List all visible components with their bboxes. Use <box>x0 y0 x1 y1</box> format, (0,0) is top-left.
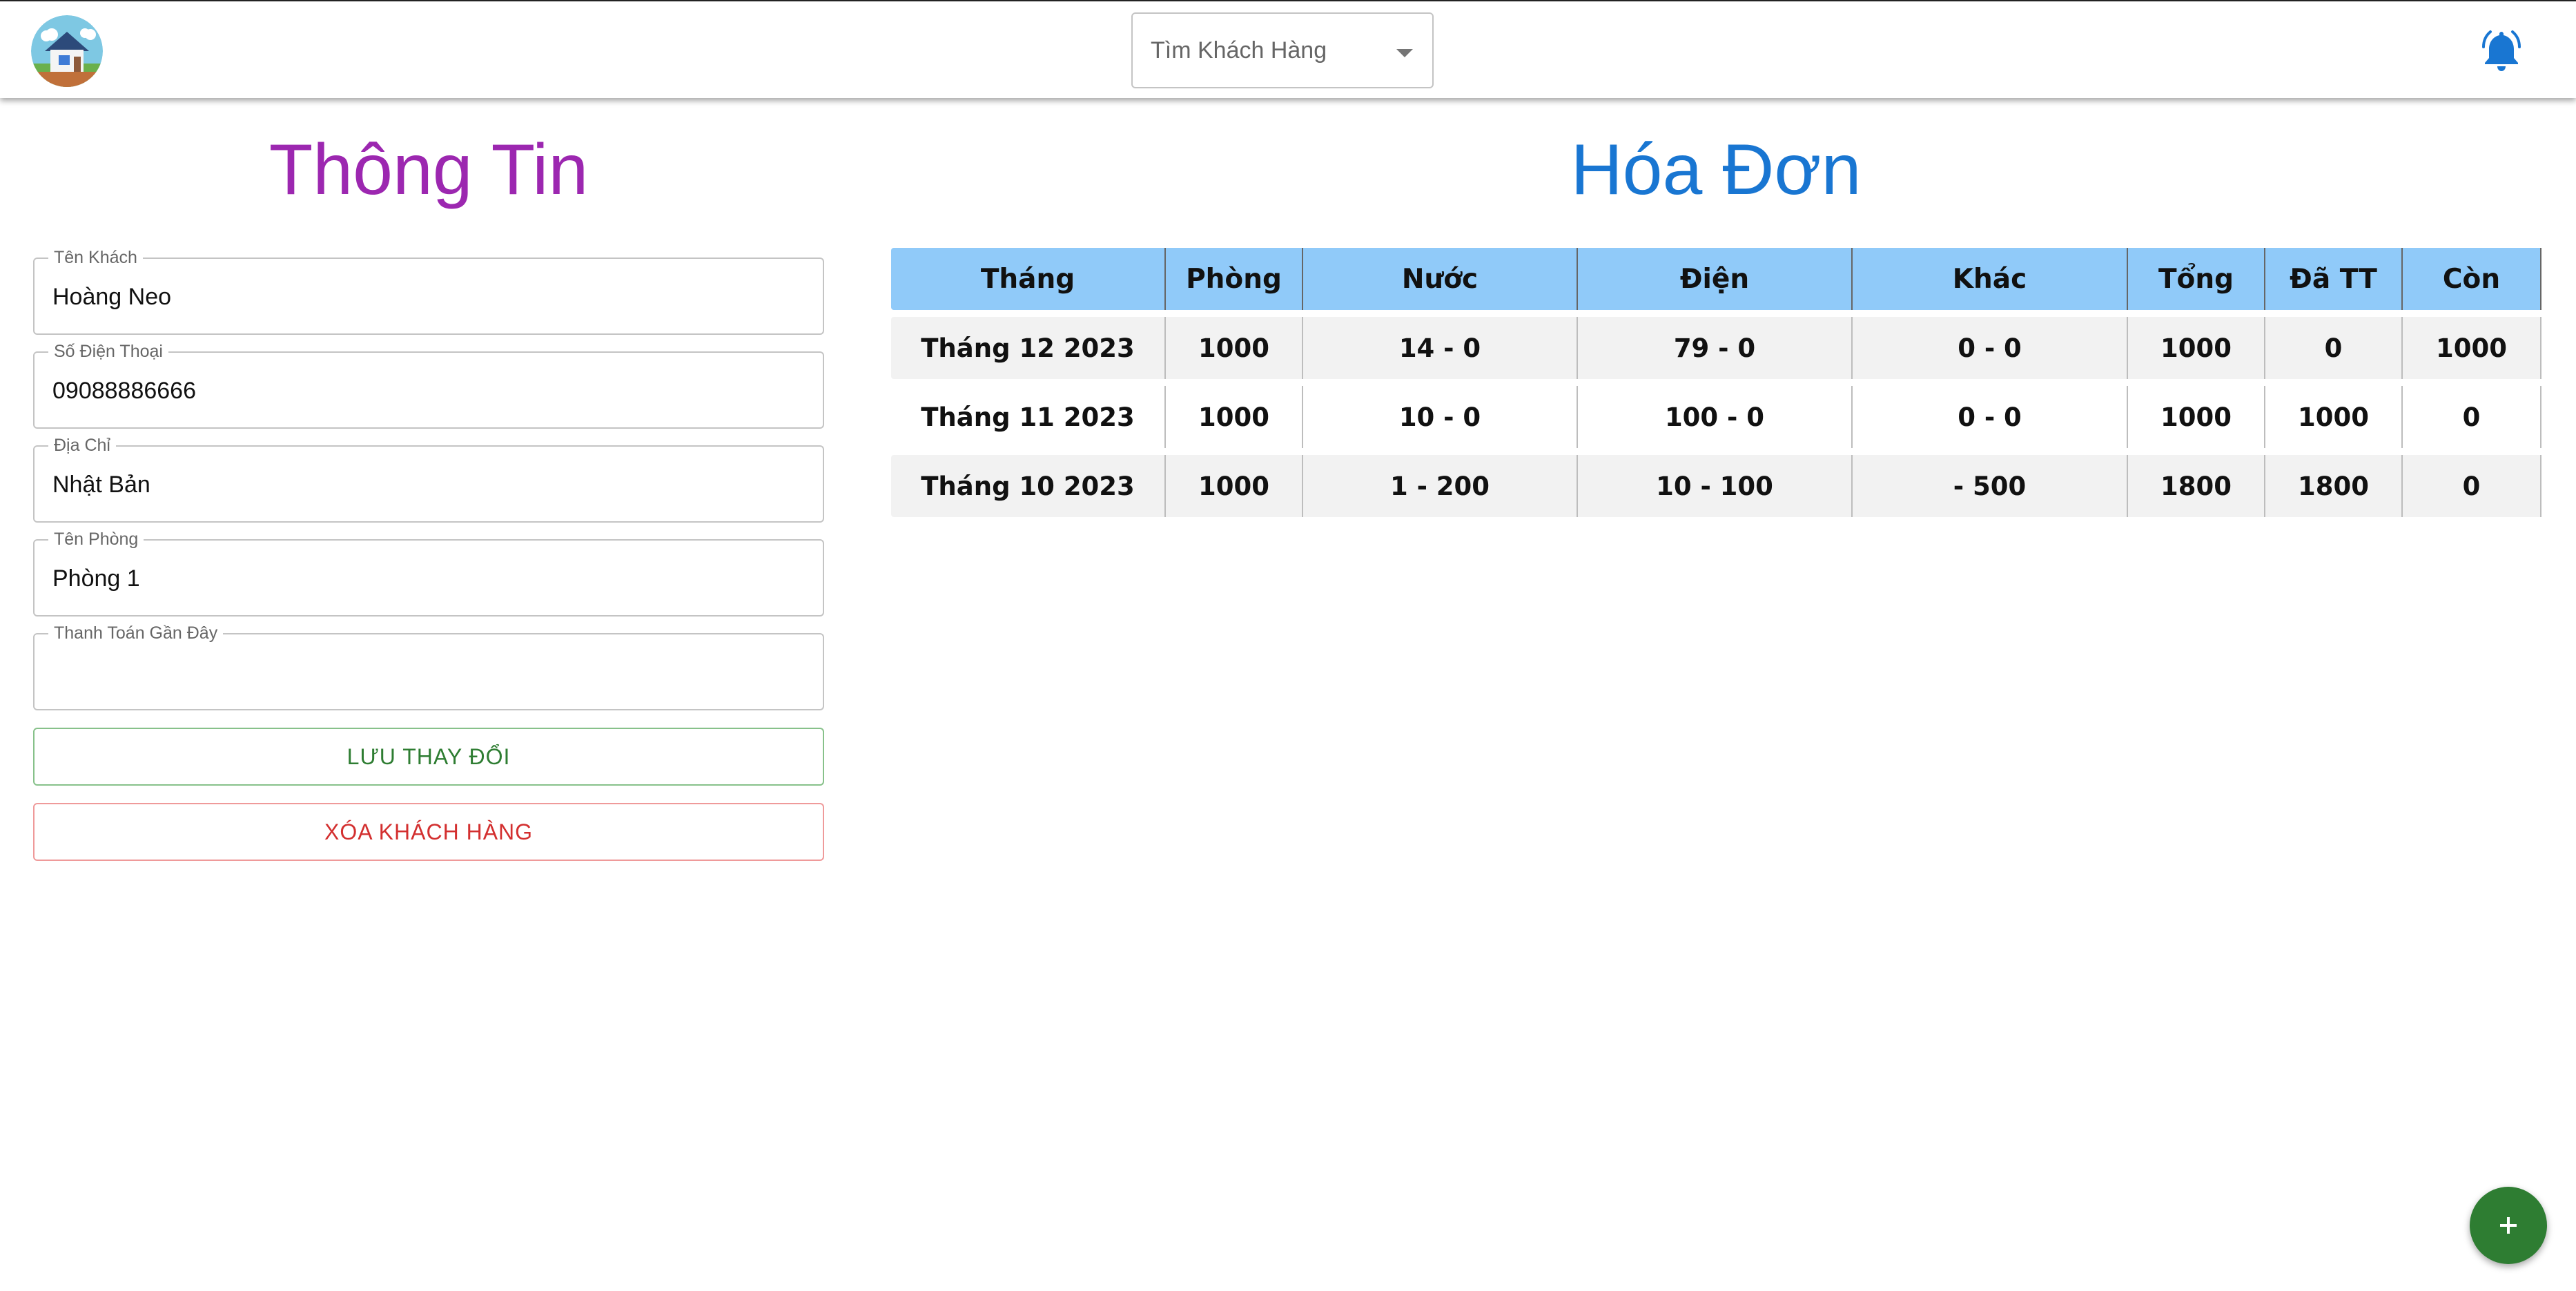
phone-field[interactable]: Số Điện Thoại 09088886666 <box>33 341 824 429</box>
cell-water: 1 - 200 <box>1303 455 1578 517</box>
room-name-value: Phòng 1 <box>52 565 140 592</box>
delete-customer-button[interactable]: XÓA KHÁCH HÀNG <box>33 803 824 861</box>
cell-remaining: 1000 <box>2403 317 2541 379</box>
app-window: Tìm Khách Hàng Thông Tin Tên Khách Hoàng… <box>0 0 2576 1291</box>
invoice-title: Hóa Đơn <box>1570 130 1862 210</box>
cell-other: 0 - 0 <box>1853 317 2128 379</box>
cell-total: 1800 <box>2128 455 2265 517</box>
cell-remaining: 0 <box>2403 455 2541 517</box>
bell-icon[interactable] <box>2477 26 2526 76</box>
column-header-month[interactable]: Tháng <box>891 248 1166 310</box>
column-header-electricity[interactable]: Điện <box>1578 248 1853 310</box>
column-header-water[interactable]: Nước <box>1303 248 1578 310</box>
table-row[interactable]: Tháng 11 2023 1000 10 - 0 100 - 0 0 - 0 … <box>891 386 2541 448</box>
address-value: Nhật Bản <box>52 472 150 498</box>
save-changes-button[interactable]: LƯU THAY ĐỔI <box>33 728 824 786</box>
cell-room: 1000 <box>1166 455 1303 517</box>
column-header-room[interactable]: Phòng <box>1166 248 1303 310</box>
info-title: Thông Tin <box>269 130 589 210</box>
cell-other: - 500 <box>1853 455 2128 517</box>
cell-total: 1000 <box>2128 317 2265 379</box>
cell-electricity: 100 - 0 <box>1578 386 1853 448</box>
invoice-header-row: Tháng Phòng Nước Điện Khác Tổng Đã TT Cò… <box>891 248 2541 310</box>
cell-water: 14 - 0 <box>1303 317 1578 379</box>
cell-month: Tháng 12 2023 <box>891 317 1166 379</box>
cell-electricity: 10 - 100 <box>1578 455 1853 517</box>
customer-search-value: Tìm Khách Hàng <box>1151 37 1327 64</box>
customer-search-select[interactable]: Tìm Khách Hàng <box>1131 12 1434 88</box>
customer-name-field[interactable]: Tên Khách Hoàng Neo <box>33 247 824 335</box>
phone-label: Số Điện Thoại <box>48 341 168 362</box>
invoice-table: Tháng Phòng Nước Điện Khác Tổng Đã TT Cò… <box>891 241 2541 524</box>
address-field[interactable]: Địa Chỉ Nhật Bản <box>33 435 824 523</box>
room-name-label: Tên Phòng <box>48 529 144 550</box>
customer-name-label: Tên Khách <box>48 247 143 268</box>
dropdown-caret-icon <box>1396 49 1413 57</box>
cell-water: 10 - 0 <box>1303 386 1578 448</box>
recent-payment-label: Thanh Toán Gần Đây <box>48 623 224 643</box>
customer-name-value: Hoàng Neo <box>52 284 172 310</box>
cell-month: Tháng 10 2023 <box>891 455 1166 517</box>
cell-room: 1000 <box>1166 317 1303 379</box>
table-row[interactable]: Tháng 12 2023 1000 14 - 0 79 - 0 0 - 0 1… <box>891 317 2541 379</box>
recent-payment-field[interactable]: Thanh Toán Gần Đây <box>33 623 824 710</box>
cell-room: 1000 <box>1166 386 1303 448</box>
column-header-other[interactable]: Khác <box>1853 248 2128 310</box>
column-header-remaining[interactable]: Còn <box>2403 248 2541 310</box>
column-header-paid[interactable]: Đã TT <box>2265 248 2403 310</box>
app-bar: Tìm Khách Hàng <box>0 0 2576 98</box>
cell-month: Tháng 11 2023 <box>891 386 1166 448</box>
cell-paid: 1000 <box>2265 386 2403 448</box>
cell-electricity: 79 - 0 <box>1578 317 1853 379</box>
cell-paid: 1800 <box>2265 455 2403 517</box>
cell-paid: 0 <box>2265 317 2403 379</box>
cell-other: 0 - 0 <box>1853 386 2128 448</box>
phone-value: 09088886666 <box>52 378 197 404</box>
table-row[interactable]: Tháng 10 2023 1000 1 - 200 10 - 100 - 50… <box>891 455 2541 517</box>
address-label: Địa Chỉ <box>48 435 116 456</box>
column-header-total[interactable]: Tổng <box>2128 248 2265 310</box>
cell-remaining: 0 <box>2403 386 2541 448</box>
room-name-field[interactable]: Tên Phòng Phòng 1 <box>33 529 824 617</box>
cell-total: 1000 <box>2128 386 2265 448</box>
add-invoice-button[interactable] <box>2470 1187 2547 1264</box>
house-logo-icon[interactable] <box>31 15 103 87</box>
